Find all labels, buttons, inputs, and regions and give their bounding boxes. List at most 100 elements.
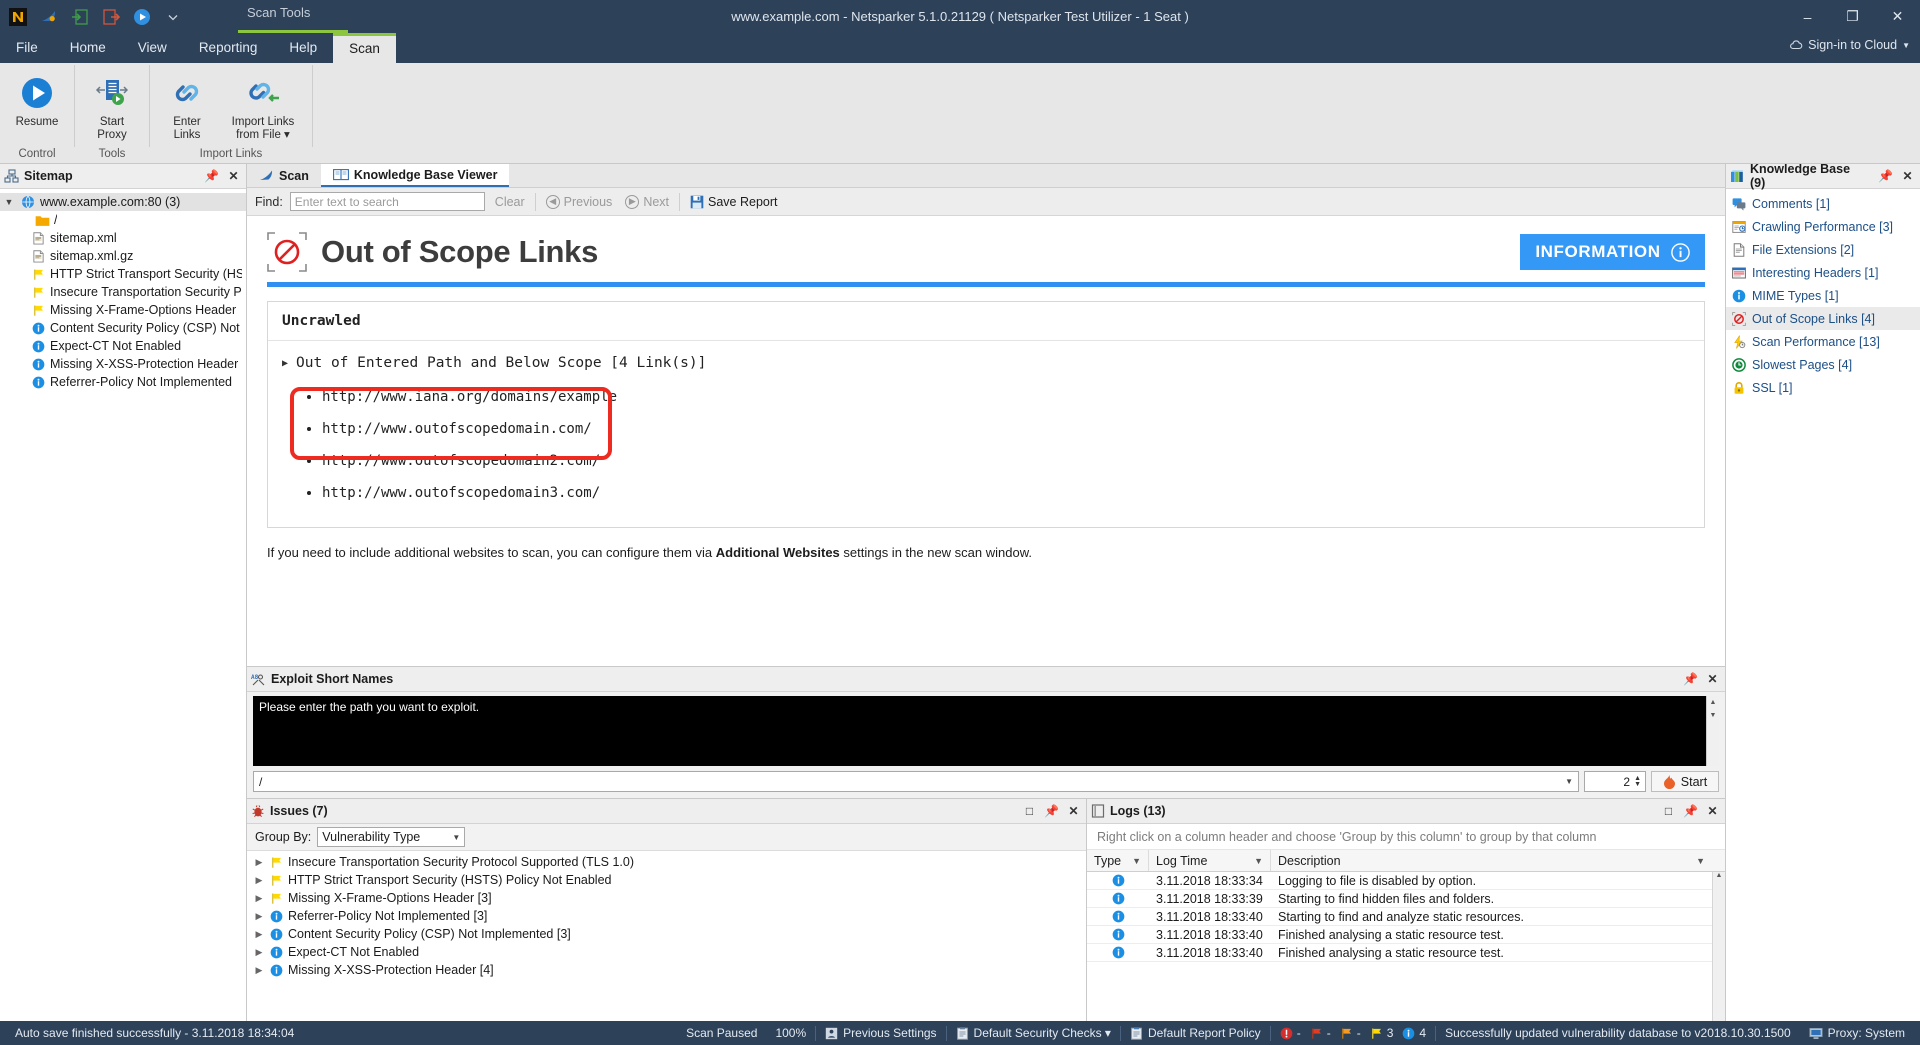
shark-fin-icon[interactable] (38, 6, 60, 28)
issue-row[interactable]: ▶ Missing X-XSS-Protection Header [4] (247, 961, 1086, 979)
close-icon[interactable]: ✕ (1065, 803, 1082, 820)
stepper-arrows-icon[interactable]: ▲ ▼ (1634, 775, 1641, 788)
log-row[interactable]: 3.11.2018 18:33:39 Starting to find hidde… (1087, 890, 1712, 908)
clear-button[interactable]: Clear (492, 195, 528, 209)
out-of-scope-link[interactable]: http://www.outofscopedomain.com/ (322, 413, 1690, 445)
export-icon[interactable] (100, 6, 122, 28)
knowledge-base-item[interactable]: Interesting Headers [1] (1726, 261, 1920, 284)
sitemap-tree[interactable]: ▼ www.example.com:80 (3) / sitemap.xml sit… (0, 189, 246, 1021)
chevron-right-icon[interactable]: ▶ (253, 929, 265, 940)
out-of-scope-group[interactable]: ▶ Out of Entered Path and Below Scope [4… (282, 355, 1690, 371)
issues-list[interactable]: ▶ Insecure Transportation Security Protoc… (247, 851, 1086, 1021)
tab-help[interactable]: Help (273, 33, 333, 63)
close-button[interactable]: ✕ (1875, 0, 1920, 33)
exploit-path-combobox[interactable]: / ▼ (253, 771, 1579, 792)
chevron-right-icon[interactable]: ▶ (282, 358, 288, 369)
pin-icon[interactable]: 📌 (203, 168, 220, 185)
chevron-down-icon[interactable]: ▼ (452, 833, 460, 842)
sitemap-node[interactable]: Content Security Policy (CSP) Not I (0, 319, 246, 337)
knowledge-base-item[interactable]: Crawling Performance [3] (1726, 215, 1920, 238)
previous-button[interactable]: ◀ Previous (543, 194, 616, 209)
proxy-status[interactable]: Proxy: System (1800, 1021, 1914, 1045)
chevron-right-icon[interactable]: ▶ (253, 875, 265, 886)
exploit-start-button[interactable]: Start (1651, 771, 1719, 792)
knowledge-base-item[interactable]: Out of Scope Links [4] (1726, 307, 1920, 330)
chevron-down-icon[interactable]: ▼ (1565, 777, 1573, 786)
sitemap-node[interactable]: Referrer-Policy Not Implemented (0, 373, 246, 391)
scroll-down-icon[interactable]: ▼ (1707, 709, 1719, 722)
knowledge-base-item[interactable]: File Extensions [2] (1726, 238, 1920, 261)
knowledge-base-item[interactable]: Scan Performance [13] (1726, 330, 1920, 353)
close-icon[interactable]: ✕ (1899, 168, 1916, 185)
tab-view[interactable]: View (122, 33, 183, 63)
out-of-scope-link[interactable]: http://www.outofscopedomain3.com/ (322, 477, 1690, 509)
log-row[interactable]: 3.11.2018 18:33:40 Starting to find and a… (1087, 908, 1712, 926)
exploit-threads-stepper[interactable]: 2 ▲ ▼ (1584, 771, 1646, 792)
filter-icon[interactable]: ▼ (1696, 856, 1705, 866)
restore-button[interactable]: ❐ (1830, 0, 1875, 33)
log-row[interactable]: 3.11.2018 18:33:34 Logging to file is dis… (1087, 872, 1712, 890)
sitemap-node[interactable]: sitemap.xml (0, 229, 246, 247)
close-icon[interactable]: ✕ (225, 168, 242, 185)
out-of-scope-link[interactable]: http://www.iana.org/domains/example (322, 381, 1690, 413)
tab-scan[interactable]: Scan (333, 33, 396, 63)
sitemap-node[interactable]: HTTP Strict Transport Security (HST (0, 265, 246, 283)
close-icon[interactable]: ✕ (1704, 803, 1721, 820)
filter-icon[interactable]: ▼ (1254, 856, 1263, 866)
sitemap-node[interactable]: Insecure Transportation Security Pr (0, 283, 246, 301)
import-icon[interactable] (69, 6, 91, 28)
issue-row[interactable]: ▶ Insecure Transportation Security Protoc… (247, 853, 1086, 871)
column-header-description[interactable]: Description ▼ (1271, 850, 1712, 871)
resume-button[interactable]: Resume (6, 67, 68, 134)
filter-icon[interactable]: ▼ (1132, 856, 1141, 866)
knowledge-base-item[interactable]: MIME Types [1] (1726, 284, 1920, 307)
chevron-right-icon[interactable]: ▶ (253, 911, 265, 922)
issue-row[interactable]: ▶ Expect-CT Not Enabled (247, 943, 1086, 961)
chevron-right-icon[interactable]: ▶ (253, 965, 265, 976)
tab-reporting[interactable]: Reporting (183, 33, 274, 63)
issue-row[interactable]: ▶ Content Security Policy (CSP) Not Imple… (247, 925, 1086, 943)
import-links-from-file-button[interactable]: Import Links from File ▾ (220, 67, 306, 146)
knowledge-base-item[interactable]: Comments [1] (1726, 192, 1920, 215)
scroll-up-icon[interactable]: ▲ (1707, 696, 1719, 709)
maximize-icon[interactable]: □ (1660, 803, 1677, 820)
tab-file[interactable]: File (0, 33, 54, 63)
issue-row[interactable]: ▶ HTTP Strict Transport Security (HSTS) P… (247, 871, 1086, 889)
pin-icon[interactable]: 📌 (1043, 803, 1060, 820)
log-row[interactable]: 3.11.2018 18:33:40 Finished analysing a s… (1087, 944, 1712, 962)
log-row[interactable]: 3.11.2018 18:33:40 Finished analysing a s… (1087, 926, 1712, 944)
out-of-scope-link[interactable]: http://www.outofscopedomain2.com/ (322, 445, 1690, 477)
save-report-button[interactable]: Save Report (687, 195, 780, 209)
terminal-scrollbar[interactable]: ▲ ▼ (1706, 696, 1719, 766)
chevron-right-icon[interactable]: ▶ (253, 947, 265, 958)
logs-row-list[interactable]: 3.11.2018 18:33:34 Logging to file is dis… (1087, 872, 1712, 1021)
tab-scan-document[interactable]: Scan (247, 164, 321, 187)
maximize-icon[interactable]: □ (1021, 803, 1038, 820)
sign-in-to-cloud-button[interactable]: Sign-in to Cloud ▼ (1789, 38, 1910, 52)
pin-icon[interactable]: 📌 (1682, 671, 1699, 688)
pin-icon[interactable]: 📌 (1877, 168, 1894, 185)
tab-knowledge-base-viewer[interactable]: Knowledge Base Viewer (320, 164, 510, 187)
chevron-right-icon[interactable]: ▶ (253, 893, 265, 904)
sitemap-node[interactable]: / (0, 211, 246, 229)
report-policy-button[interactable]: Default Report Policy (1121, 1021, 1270, 1045)
previous-settings-button[interactable]: Previous Settings (816, 1021, 945, 1045)
minimize-button[interactable]: – (1785, 0, 1830, 33)
logs-scrollbar[interactable]: ▲ (1712, 872, 1725, 1021)
sitemap-node[interactable]: Missing X-Frame-Options Header (0, 301, 246, 319)
sitemap-node[interactable]: Expect-CT Not Enabled (0, 337, 246, 355)
start-proxy-button[interactable]: Start Proxy (81, 67, 143, 146)
tab-home[interactable]: Home (54, 33, 122, 63)
close-icon[interactable]: ✕ (1704, 671, 1721, 688)
sitemap-root-node[interactable]: ▼ www.example.com:80 (3) (0, 193, 246, 211)
knowledge-base-item-list[interactable]: Comments [1] Crawling Performance [3] File… (1726, 189, 1920, 399)
pin-icon[interactable]: 📌 (1682, 803, 1699, 820)
knowledge-base-item[interactable]: SSL [1] (1726, 376, 1920, 399)
issue-row[interactable]: ▶ Referrer-Policy Not Implemented [3] (247, 907, 1086, 925)
search-input[interactable] (289, 192, 485, 211)
column-header-type[interactable]: Type ▼ (1087, 850, 1149, 871)
play-circle-icon[interactable] (131, 6, 153, 28)
chevron-right-icon[interactable]: ▶ (253, 857, 265, 868)
enter-links-button[interactable]: Enter Links (156, 67, 218, 146)
security-checks-button[interactable]: Default Security Checks ▾ (947, 1021, 1120, 1045)
